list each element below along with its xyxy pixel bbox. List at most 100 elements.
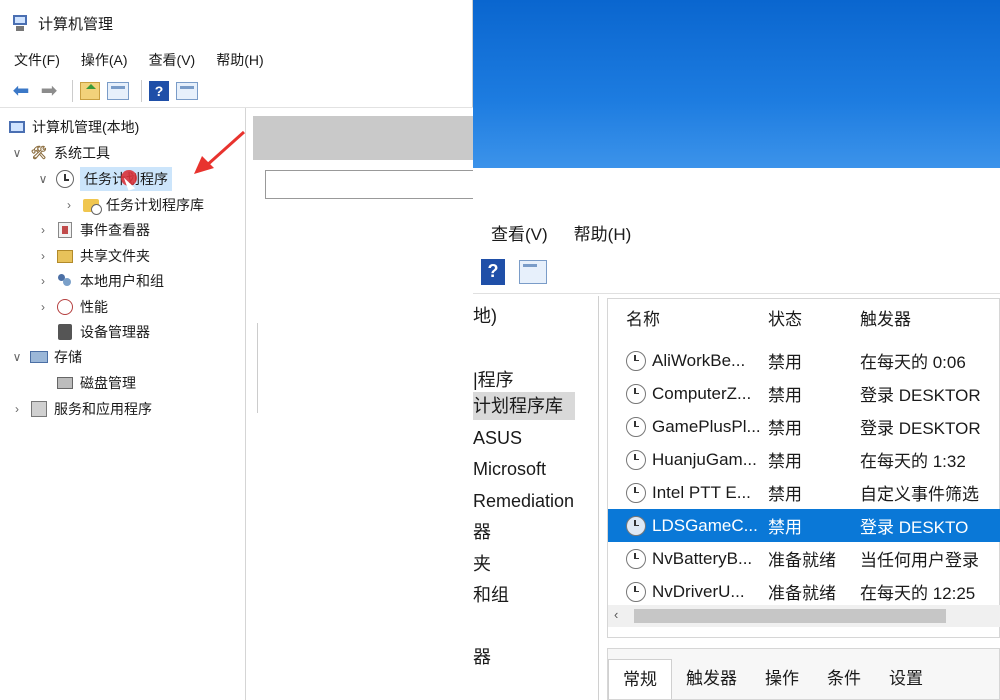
task-row-selected[interactable]: LDSGameC... 禁用 登录 DESKTO — [608, 509, 1000, 542]
desktop-background — [473, 0, 1000, 168]
task-row[interactable]: NvDriverU... 准备就绪 在每天的 12:25 — [608, 575, 1000, 608]
action-pane-button[interactable] — [176, 80, 198, 102]
chevron-down-icon[interactable]: ∨ — [10, 350, 24, 364]
tree-fragment[interactable]: Remediation — [473, 487, 574, 515]
task-row[interactable]: Intel PTT E... 禁用 自定义事件筛选 — [608, 476, 1000, 509]
tree-fragment: 地) — [473, 306, 497, 326]
device-manager-icon — [56, 323, 74, 341]
tree-performance[interactable]: › 性能 — [36, 295, 108, 319]
scroll-left-icon[interactable]: ‹ — [614, 607, 618, 622]
task-status: 禁用 — [768, 386, 802, 405]
tree-fragment[interactable]: 器 — [473, 518, 491, 546]
chevron-right-icon[interactable]: › — [62, 198, 76, 212]
task-list-header: 名称 状态 触发器 — [608, 299, 1000, 335]
task-row[interactable]: ComputerZ... 禁用 登录 DESKTOR — [608, 377, 1000, 410]
tree-label: 设备管理器 — [80, 324, 150, 340]
action-pane-icon[interactable] — [519, 259, 547, 284]
task-row[interactable]: NvBatteryB... 准备就绪 当任何用户登录 — [608, 542, 1000, 575]
tree-label: 任务计划程序库 — [106, 197, 204, 213]
tree-local-users[interactable]: › 本地用户和组 — [36, 269, 164, 293]
up-level-button[interactable] — [79, 80, 101, 102]
task-name: NvBatteryB... — [652, 548, 753, 568]
chevron-right-icon[interactable]: › — [36, 223, 50, 237]
task-status: 禁用 — [768, 353, 802, 372]
task-row[interactable]: GamePlusPl... 禁用 登录 DESKTOR — [608, 410, 1000, 443]
tree-label: 存储 — [54, 349, 82, 365]
menu-view[interactable]: 查看(V) — [149, 50, 196, 70]
chevron-right-icon[interactable]: › — [10, 402, 24, 416]
help-icon[interactable]: ? — [481, 258, 505, 285]
tree-root[interactable]: 计算机管理(本地) — [8, 115, 139, 139]
chevron-right-icon[interactable]: › — [36, 300, 50, 314]
menu-view[interactable]: 查看(V) — [491, 220, 548, 245]
tree-system-tools[interactable]: ∨ 🛠 系统工具 — [10, 141, 110, 165]
help-button[interactable]: ? — [148, 80, 170, 102]
title-bar: 计算机管理 — [0, 0, 473, 46]
content-header — [253, 116, 473, 160]
tree-fragment[interactable]: Microsoft — [473, 455, 546, 483]
zoomed-toolbar: ? — [473, 250, 1000, 294]
tree-storage[interactable]: ∨ 存储 — [10, 345, 82, 369]
tree-fragment[interactable]: 器 — [473, 643, 491, 671]
shared-folder-icon — [56, 247, 74, 265]
clock-icon — [626, 581, 646, 602]
tree-label: 服务和应用程序 — [54, 401, 152, 417]
menu-file[interactable]: 文件(F) — [14, 50, 60, 70]
toolbar: ⬅ ➡ ? — [0, 74, 473, 108]
task-status: 禁用 — [768, 419, 802, 438]
chevron-right-icon[interactable]: › — [36, 274, 50, 288]
chevron-down-icon[interactable]: ∨ — [10, 146, 24, 160]
tree-fragment[interactable]: |程序 — [473, 366, 514, 394]
console-tree: 计算机管理(本地) ∨ 🛠 系统工具 ∨ 任务计划程序 › 任务计划程序库 › … — [0, 108, 246, 700]
console-tree-icon — [107, 81, 129, 100]
tree-event-viewer[interactable]: › 事件查看器 — [36, 218, 150, 242]
task-status: 准备就绪 — [768, 551, 836, 570]
tree-services-apps[interactable]: › 服务和应用程序 — [10, 397, 152, 421]
tree-task-library[interactable]: › 任务计划程序库 — [62, 193, 204, 217]
task-row[interactable]: HuanjuGam... 禁用 在每天的 1:32 — [608, 443, 1000, 476]
tab-settings[interactable]: 设置 — [875, 659, 937, 699]
tab-conditions[interactable]: 条件 — [813, 659, 875, 699]
detail-tabs: 常规 触发器 操作 条件 设置 — [607, 648, 1000, 700]
clock-icon — [626, 449, 646, 470]
tree-disk-management[interactable]: 磁盘管理 — [56, 371, 136, 395]
chevron-down-icon[interactable]: ∨ — [36, 172, 50, 186]
menu-bar: 文件(F) 操作(A) 查看(V) 帮助(H) — [0, 46, 473, 74]
menu-help[interactable]: 帮助(H) — [574, 220, 632, 245]
task-trigger: 在每天的 1:32 — [860, 452, 966, 471]
tab-actions[interactable]: 操作 — [751, 659, 813, 699]
tree-shared-folders[interactable]: › 共享文件夹 — [36, 244, 150, 268]
show-hide-tree-button[interactable] — [107, 80, 129, 102]
clock-icon — [626, 515, 646, 536]
forward-arrow-icon[interactable]: ➡ — [38, 80, 60, 102]
users-icon — [56, 272, 74, 290]
column-header-trigger[interactable]: 触发器 — [860, 305, 1000, 330]
task-trigger: 在每天的 12:25 — [860, 584, 976, 603]
back-arrow-icon[interactable]: ⬅ — [10, 80, 32, 102]
tree-fragment[interactable]: ASUS — [473, 424, 522, 452]
menu-help[interactable]: 帮助(H) — [216, 50, 263, 70]
content-pane — [247, 108, 473, 700]
horizontal-scrollbar[interactable]: ‹ — [608, 605, 1000, 627]
task-trigger: 自定义事件筛选 — [860, 485, 979, 504]
task-row[interactable]: AliWorkBe... 禁用 在每天的 0:06 — [608, 344, 1000, 377]
tree-fragment[interactable]: 和组 — [473, 581, 509, 609]
tree-fragment-selected[interactable]: 计划程序库 — [473, 392, 575, 420]
task-list: 名称 状态 触发器 AliWorkBe... 禁用 在每天的 0:06 Comp… — [607, 298, 1000, 638]
tree-label: 磁盘管理 — [80, 375, 136, 391]
tab-triggers[interactable]: 触发器 — [672, 659, 751, 699]
tree-task-scheduler[interactable]: ∨ 任务计划程序 — [36, 167, 172, 191]
chevron-right-icon[interactable]: › — [36, 249, 50, 263]
column-header-name[interactable]: 名称 — [608, 305, 768, 330]
task-name: NvDriverU... — [652, 581, 745, 601]
scrollbar-thumb[interactable] — [634, 609, 946, 623]
zoomed-menu-bar: 查看(V) 帮助(H) — [473, 214, 1000, 250]
tab-general[interactable]: 常规 — [608, 659, 672, 699]
task-trigger: 在每天的 0:06 — [860, 353, 966, 372]
task-name: HuanjuGam... — [652, 449, 757, 469]
computer-management-icon — [12, 14, 30, 32]
tree-device-manager[interactable]: 设备管理器 — [56, 320, 150, 344]
column-header-status[interactable]: 状态 — [768, 305, 860, 330]
tree-fragment[interactable]: 夹 — [473, 550, 491, 578]
menu-action[interactable]: 操作(A) — [81, 50, 128, 70]
